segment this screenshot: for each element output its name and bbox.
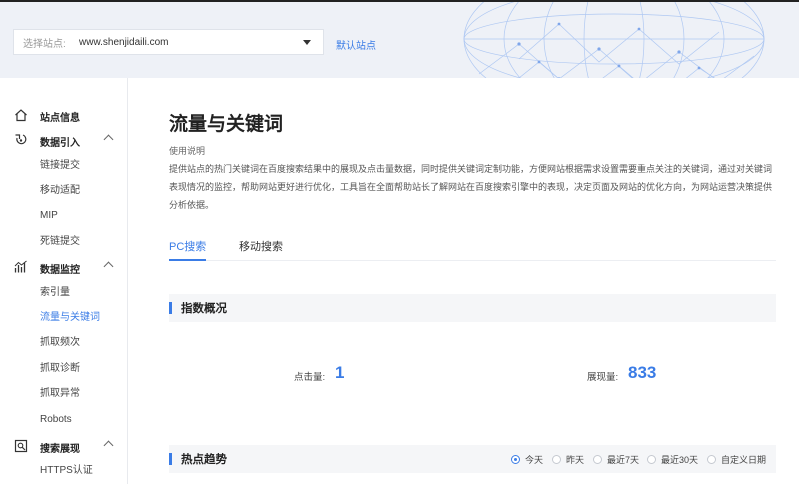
search-tabs: PC搜索 移动搜索 [169, 235, 776, 261]
range-label: 昨天 [566, 454, 585, 465]
page-title: 流量与关键词 [169, 114, 284, 135]
sidebar-item-index-volume[interactable]: 索引量 [40, 286, 70, 300]
clicks-value: 1 [335, 363, 345, 382]
site-select[interactable]: 选择站点: www.shenjidaili.com [13, 29, 324, 55]
site-select-label: 选择站点: [23, 38, 66, 50]
hot-trend-section: 热点趋势 今天 昨天 最近7天 最近30天 自定义日期 [169, 445, 776, 473]
usage-description: 提供站点的热门关键词在百度搜索结果中的展现及点击量数据，同时提供关键词定制功能，… [169, 164, 773, 210]
sidebar-item-mobile-adapt[interactable]: 移动适配 [40, 184, 80, 198]
radio-checked-icon[interactable] [511, 454, 520, 464]
sidebar-item-dead-link[interactable]: 死链提交 [40, 235, 80, 249]
usage-title: 使用说明 [169, 146, 206, 156]
radio-icon[interactable] [552, 454, 561, 464]
sidebar-group-data-monitor[interactable]: 数据监控 [0, 258, 127, 278]
range-label: 最近30天 [661, 454, 699, 465]
chevron-up-icon[interactable] [103, 134, 114, 145]
range-last-30-days[interactable]: 最近30天 [647, 445, 698, 473]
sidebar-group-search-display[interactable]: 搜索展现 [0, 437, 127, 457]
chevron-up-icon[interactable] [103, 440, 114, 451]
data-import-icon [15, 134, 27, 145]
radio-icon[interactable] [647, 454, 656, 464]
monitor-chart-icon [14, 260, 27, 273]
range-label: 今天 [525, 454, 544, 465]
sidebar: 站点信息 数据引入 链接提交 移动适配 MIP 死链提交 数据监控 索引量 流量… [0, 78, 128, 484]
range-yesterday[interactable]: 昨天 [552, 445, 584, 473]
globe-decoration-icon [463, 2, 765, 78]
home-icon [15, 109, 27, 122]
section-title: 指数概况 [181, 303, 227, 315]
sidebar-item-crawl-diagnosis[interactable]: 抓取诊断 [40, 362, 80, 376]
tab-mobile-search[interactable]: 移动搜索 [239, 238, 283, 260]
chevron-up-icon[interactable] [103, 261, 114, 272]
sidebar-group-label: 搜索展现 [40, 443, 80, 455]
tab-pc-search[interactable]: PC搜索 [169, 238, 207, 261]
impressions-label: 展现量: [587, 372, 619, 383]
sidebar-item-crawl-errors[interactable]: 抓取异常 [40, 387, 80, 401]
sidebar-group-label: 数据监控 [40, 264, 80, 276]
clicks-label: 点击量: [294, 372, 326, 383]
main-content: 流量与关键词 使用说明 提供站点的热门关键词在百度搜索结果中的展现及点击量数据，… [128, 78, 799, 484]
radio-icon[interactable] [593, 454, 602, 464]
range-today[interactable]: 今天 [511, 445, 543, 473]
index-overview-section: 指数概况 [169, 294, 776, 322]
default-site-link[interactable]: 默认站点 [336, 37, 376, 52]
section-accent-bar [169, 453, 172, 465]
sidebar-item-mip[interactable]: MIP [40, 209, 58, 223]
site-select-value: www.shenjidaili.com [79, 36, 169, 48]
sidebar-group-label: 站点信息 [40, 112, 80, 124]
sidebar-item-https[interactable]: HTTPS认证 [40, 464, 93, 478]
caret-down-icon[interactable] [303, 39, 311, 45]
sidebar-group-data-import[interactable]: 数据引入 [0, 131, 127, 151]
impressions-value: 833 [628, 363, 657, 382]
range-custom-date[interactable]: 自定义日期 [707, 445, 766, 473]
sidebar-group-label: 数据引入 [40, 137, 80, 149]
range-label: 自定义日期 [721, 454, 767, 465]
sidebar-group-site-info[interactable]: 站点信息 [0, 106, 127, 126]
range-label: 最近7天 [607, 454, 640, 465]
header-band: 选择站点: www.shenjidaili.com 默认站点 [0, 0, 799, 78]
section-title: 热点趋势 [181, 454, 227, 466]
section-accent-bar [169, 302, 172, 314]
sidebar-item-traffic-keywords[interactable]: 流量与关键词 [40, 311, 100, 325]
sidebar-item-link-submit[interactable]: 链接提交 [40, 159, 80, 173]
sidebar-item-robots[interactable]: Robots [40, 413, 72, 427]
radio-icon[interactable] [707, 454, 716, 464]
range-last-7-days[interactable]: 最近7天 [593, 445, 639, 473]
sidebar-item-crawl-frequency[interactable]: 抓取频次 [40, 336, 80, 350]
search-display-icon [14, 439, 28, 453]
